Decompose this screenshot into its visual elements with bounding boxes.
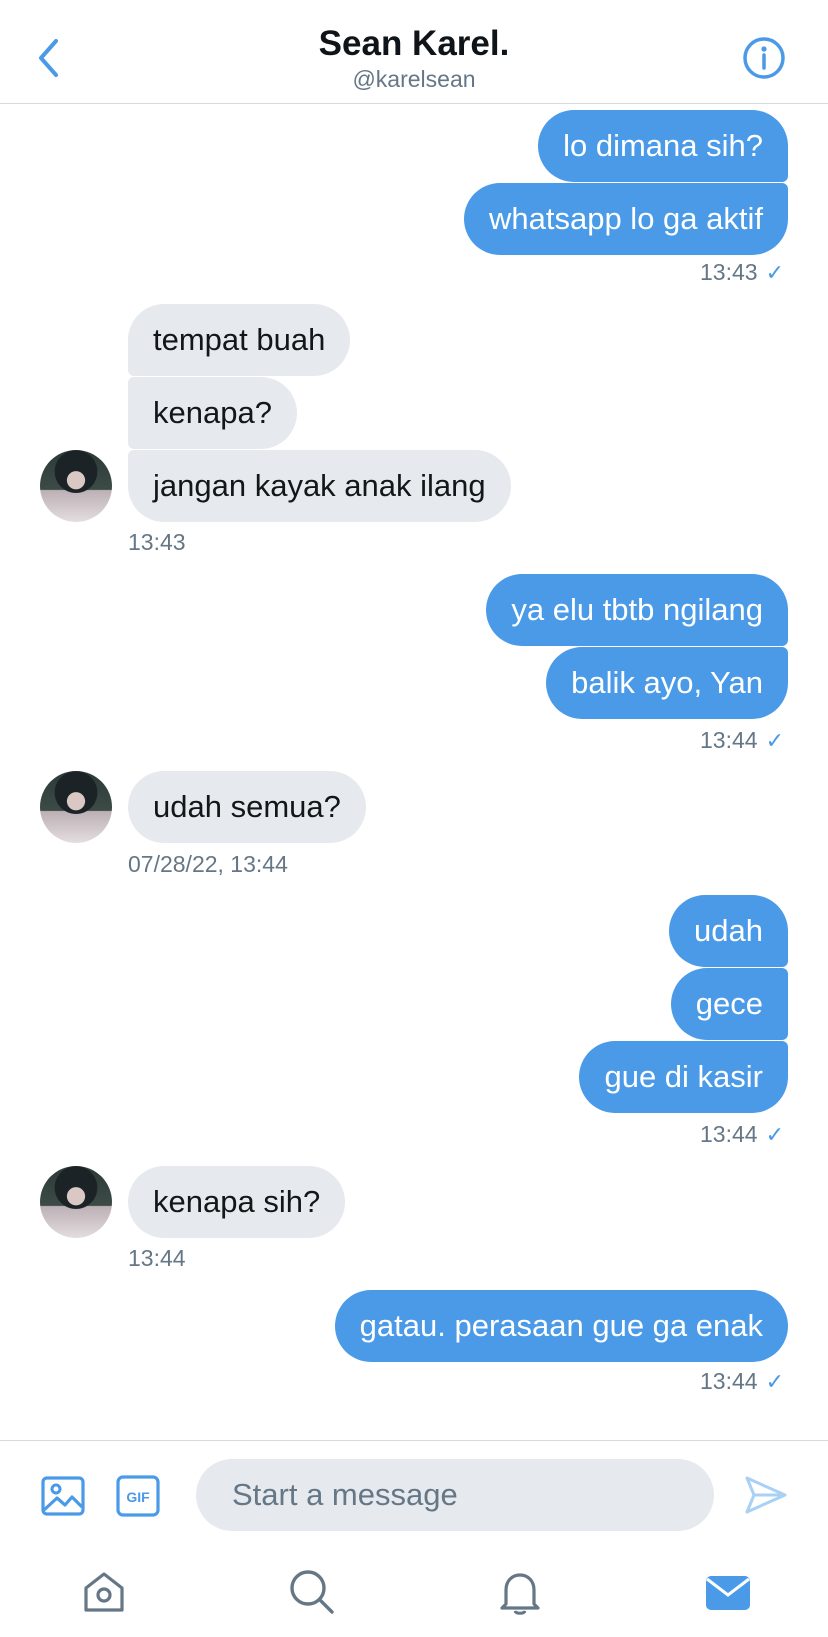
- avatar[interactable]: [40, 771, 112, 843]
- message-timestamp: 13:43 ✓: [700, 259, 784, 286]
- read-check-icon: ✓: [765, 727, 784, 753]
- message-timestamp: 13:44 ✓: [700, 1368, 784, 1395]
- conversation-handle: @karelsean: [352, 66, 476, 92]
- incoming-message[interactable]: udah semua?: [128, 771, 366, 843]
- incoming-message[interactable]: tempat buah: [128, 304, 351, 376]
- read-check-icon: ✓: [765, 259, 784, 285]
- conversation-title[interactable]: Sean Karel.: [0, 24, 828, 64]
- avatar[interactable]: [40, 450, 112, 522]
- outgoing-message[interactable]: gatau. perasaan gue ga enak: [334, 1290, 788, 1362]
- message-timestamp: 13:43: [128, 529, 186, 555]
- outgoing-message[interactable]: whatsapp lo ga aktif: [463, 183, 788, 255]
- incoming-message[interactable]: kenapa?: [128, 377, 297, 449]
- mail-icon: [706, 1576, 750, 1610]
- send-icon: [745, 1476, 787, 1514]
- info-button[interactable]: [742, 36, 786, 80]
- search-icon: [290, 1570, 334, 1614]
- outgoing-message[interactable]: gece: [670, 968, 788, 1040]
- timestamp-text: 13:44: [700, 1368, 758, 1394]
- read-check-icon: ✓: [765, 1368, 784, 1394]
- outgoing-message[interactable]: balik ayo, Yan: [546, 647, 788, 719]
- message-timestamp: 13:44: [128, 1245, 186, 1271]
- conversation-header: Sean Karel. @karelsean: [0, 0, 828, 104]
- message-composer: GIF: [0, 1440, 828, 1551]
- tab-search[interactable]: [286, 1566, 338, 1618]
- gif-icon: GIF: [116, 1475, 160, 1517]
- dm-conversation-screen: Sean Karel. @karelsean lo dimana sih? wh…: [0, 0, 828, 1637]
- tab-messages[interactable]: [702, 1566, 754, 1618]
- outgoing-message[interactable]: gue di kasir: [579, 1041, 788, 1113]
- gif-button[interactable]: GIF: [115, 1473, 161, 1519]
- incoming-message[interactable]: jangan kayak anak ilang: [128, 450, 511, 522]
- message-timestamp: 13:44 ✓: [700, 1121, 784, 1148]
- outgoing-message[interactable]: udah: [669, 895, 788, 967]
- add-photo-button[interactable]: [40, 1473, 86, 1519]
- image-icon: [41, 1476, 85, 1516]
- tab-notifications[interactable]: [494, 1566, 546, 1618]
- message-input[interactable]: [196, 1459, 714, 1531]
- info-icon: [743, 37, 785, 79]
- send-button[interactable]: [742, 1471, 790, 1519]
- outgoing-message[interactable]: lo dimana sih?: [538, 110, 788, 182]
- timestamp-text: 13:43: [700, 259, 758, 285]
- timestamp-text: 13:44: [700, 1121, 758, 1147]
- avatar[interactable]: [40, 1166, 112, 1238]
- bottom-navigation: [0, 1550, 828, 1637]
- tab-home[interactable]: [78, 1566, 130, 1618]
- gif-label: GIF: [126, 1489, 150, 1505]
- timestamp-text: 13:44: [700, 727, 758, 753]
- incoming-message[interactable]: kenapa sih?: [128, 1166, 346, 1238]
- home-icon: [84, 1572, 124, 1612]
- bell-icon: [500, 1573, 540, 1615]
- message-timestamp: 13:44 ✓: [700, 727, 784, 754]
- message-timestamp: 07/28/22, 13:44: [128, 851, 288, 877]
- outgoing-message[interactable]: ya elu tbtb ngilang: [486, 574, 788, 646]
- message-list[interactable]: lo dimana sih? whatsapp lo ga aktif 13:4…: [0, 104, 828, 1440]
- read-check-icon: ✓: [765, 1121, 784, 1147]
